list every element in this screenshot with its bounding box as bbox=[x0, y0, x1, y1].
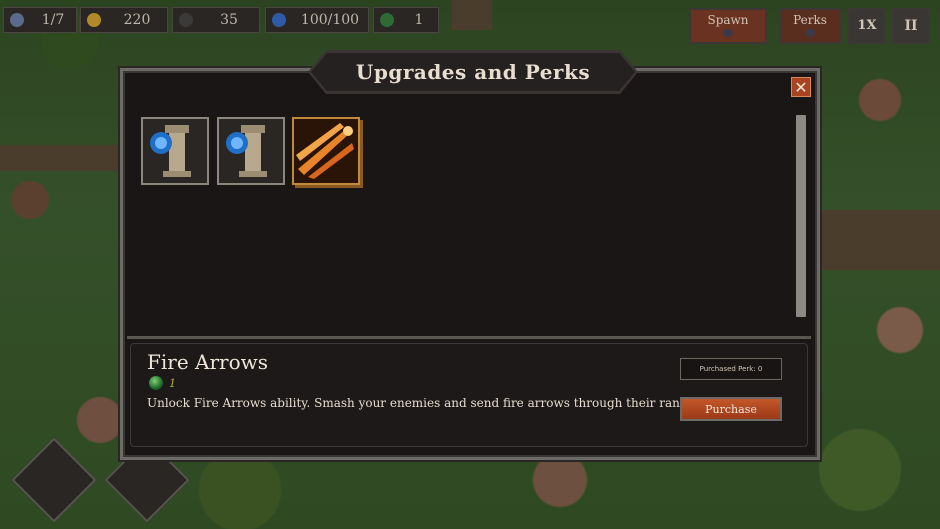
perks-button[interactable]: Perks bbox=[779, 8, 841, 44]
purchased-perk-count: Purchased Perk: 0 bbox=[680, 358, 782, 380]
background-road bbox=[452, 0, 492, 30]
health-value: 100/100 bbox=[300, 12, 360, 28]
potion-icon bbox=[272, 13, 286, 27]
wave-value: 1/7 bbox=[41, 12, 65, 28]
speed-label: 1X bbox=[857, 18, 877, 33]
background-road bbox=[0, 145, 130, 171]
gem-icon bbox=[149, 376, 163, 390]
skull-icon bbox=[179, 13, 193, 27]
pause-label: II bbox=[904, 18, 918, 34]
spawn-icon bbox=[723, 29, 733, 37]
gold-counter: 220 bbox=[80, 7, 168, 33]
gem-counter: 1 bbox=[373, 7, 439, 33]
health-counter: 100/100 bbox=[265, 7, 369, 33]
background-road bbox=[820, 210, 940, 270]
tower-slot-button[interactable] bbox=[11, 437, 97, 523]
perks-icon bbox=[805, 29, 815, 37]
wave-counter: 1/7 bbox=[3, 7, 77, 33]
perk-slot-selected[interactable] bbox=[292, 117, 360, 185]
speed-button[interactable]: 1X bbox=[848, 8, 886, 44]
perk-cost-value: 1 bbox=[169, 376, 176, 390]
perk-cost: 1 bbox=[149, 376, 176, 390]
perk-description: Unlock Fire Arrows ability. Smash your e… bbox=[147, 396, 699, 410]
dialog-title-plate: Upgrades and Perks bbox=[308, 50, 638, 94]
tower-upgrade-icon bbox=[226, 125, 267, 177]
spawn-button[interactable]: Spawn bbox=[689, 8, 767, 44]
divider bbox=[127, 336, 811, 339]
gem-icon bbox=[380, 13, 394, 27]
fire-arrows-icon bbox=[296, 123, 354, 179]
dialog-title: Upgrades and Perks bbox=[355, 60, 591, 84]
tower-upgrade-icon bbox=[150, 125, 191, 177]
close-button[interactable]: ✕ bbox=[791, 77, 811, 97]
gold-value: 220 bbox=[123, 12, 151, 28]
scrollbar[interactable] bbox=[796, 115, 806, 317]
gem-value: 1 bbox=[414, 12, 424, 28]
perk-slot[interactable] bbox=[217, 117, 285, 185]
kills-value: 35 bbox=[220, 12, 238, 28]
perk-slot[interactable] bbox=[141, 117, 209, 185]
coin-icon bbox=[87, 13, 101, 27]
spawn-label: Spawn bbox=[707, 13, 749, 27]
perk-name: Fire Arrows bbox=[147, 350, 269, 374]
kills-counter: 35 bbox=[172, 7, 260, 33]
wave-icon bbox=[10, 13, 24, 27]
purchase-button[interactable]: Purchase bbox=[680, 397, 782, 421]
perks-label: Perks bbox=[793, 13, 827, 27]
pause-button[interactable]: II bbox=[892, 8, 930, 44]
